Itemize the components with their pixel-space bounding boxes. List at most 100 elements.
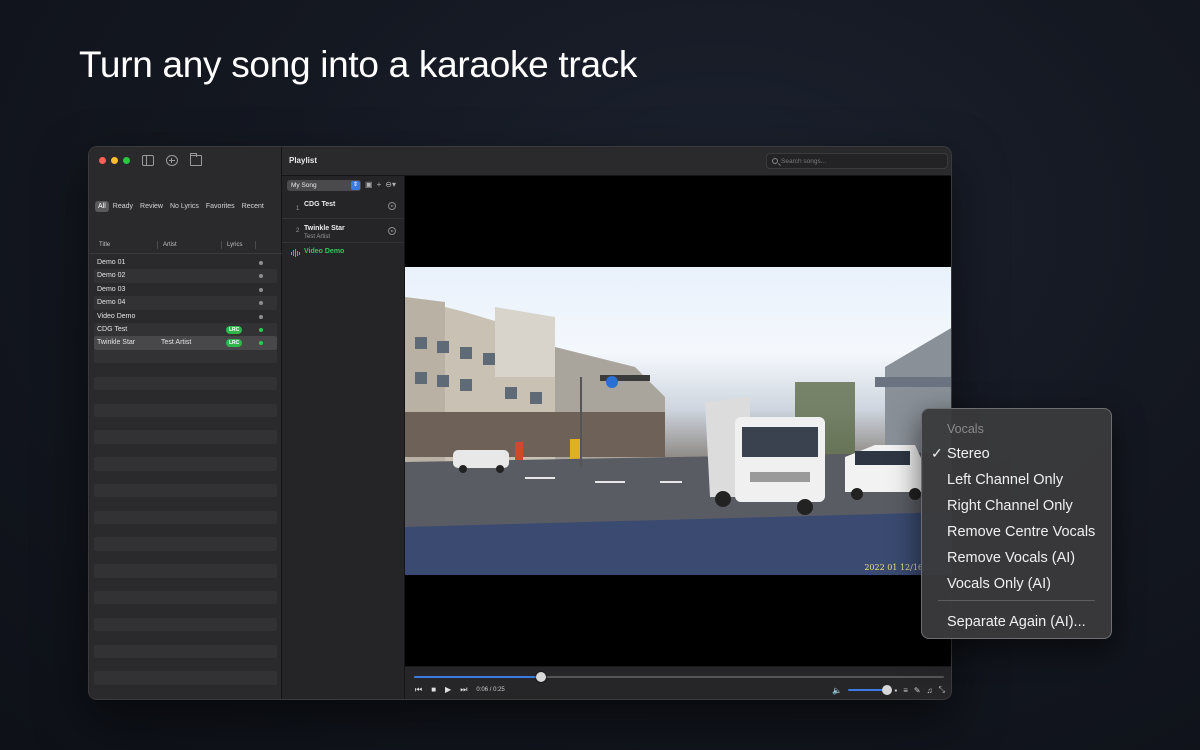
playlist-panel: My Song ⇕ ▣ + ⊖▾ 1 CDG Test 2 Twinkle St… [282, 176, 405, 699]
filter-all[interactable]: All [95, 201, 109, 212]
add-icon[interactable]: + [377, 180, 382, 190]
song-title: Twinkle Star [97, 339, 136, 347]
playlist-select[interactable]: My Song ⇕ [287, 179, 361, 191]
menu-item-vocals-only-ai[interactable]: Vocals Only (AI) [947, 576, 1051, 592]
play-icon[interactable]: ▶ [445, 686, 451, 694]
minimize-window-button[interactable] [111, 157, 118, 164]
column-title[interactable]: Title [99, 242, 110, 248]
menu-item-right-channel[interactable]: Right Channel Only [947, 498, 1073, 514]
playback-controls: ⏮ ■ ▶ ⏭ 0:06 / 0:25 🔈 ▪ ≡ ✎ ♫ ⤡ [405, 666, 951, 699]
chevron-updown-icon: ⇕ [351, 180, 360, 190]
wave-bar [291, 251, 292, 255]
playlist-item-name: CDG Test [304, 201, 336, 208]
progress-slider[interactable] [414, 672, 944, 682]
filter-ready[interactable]: Ready [110, 201, 136, 212]
vocals-icon[interactable]: ♫ [927, 686, 933, 695]
empty-row [94, 483, 277, 498]
song-table: Demo 01 Demo 02 Demo 03 Demo 04 Video De… [94, 256, 277, 350]
column-artist[interactable]: Artist [163, 242, 177, 248]
table-row[interactable]: Demo 03 [94, 283, 277, 296]
toggle-sidebar-icon[interactable] [142, 155, 154, 166]
column-lyrics[interactable]: Lyrics [227, 242, 242, 248]
table-row[interactable]: Video Demo [94, 310, 277, 323]
status-dot [259, 341, 263, 346]
song-title: Demo 04 [97, 299, 126, 307]
progress-thumb[interactable] [536, 672, 547, 682]
speaker-icon[interactable]: 🔈 [832, 686, 842, 695]
menu-item-remove-centre[interactable]: Remove Centre Vocals [947, 524, 1095, 540]
empty-row [94, 564, 277, 578]
play-circle-icon[interactable] [388, 227, 396, 235]
empty-row [94, 403, 277, 417]
previous-icon[interactable]: ⏮ [415, 686, 422, 694]
playlist-item-number: 2 [296, 228, 300, 234]
empty-row [94, 510, 277, 525]
filter-no-lyrics[interactable]: No Lyrics [167, 201, 202, 212]
menu-item-stereo[interactable]: Stereo [947, 446, 990, 462]
playlist-item[interactable]: 2 Twinkle Star Test Artist [282, 219, 404, 243]
song-title: Demo 01 [97, 259, 126, 266]
song-title: Video Demo [97, 312, 136, 320]
filter-recent[interactable]: Recent [239, 201, 267, 212]
stop-icon[interactable]: ■ [431, 686, 436, 694]
volume-thumb[interactable] [882, 685, 893, 695]
column-divider [157, 241, 158, 249]
table-row[interactable]: Demo 01 [94, 256, 277, 269]
save-playlist-icon[interactable]: ▣ [365, 180, 373, 190]
zoom-window-button[interactable] [123, 157, 130, 164]
status-dot [259, 287, 263, 292]
add-song-icon[interactable] [166, 155, 178, 166]
app-window: All Ready Review No Lyrics Favorites Rec… [88, 146, 952, 700]
play-circle-icon[interactable] [388, 202, 396, 210]
library-sidebar: All Ready Review No Lyrics Favorites Rec… [89, 147, 282, 699]
new-folder-icon[interactable] [190, 153, 202, 166]
close-window-button[interactable] [99, 157, 106, 164]
empty-row [94, 537, 277, 551]
table-row-selected[interactable]: Twinkle Star Test Artist LRC [94, 336, 277, 350]
column-header: Title Artist Lyrics [95, 240, 276, 252]
pencil-icon[interactable]: ✎ [914, 686, 921, 695]
fullscreen-icon[interactable]: ⤡ [939, 685, 945, 695]
playlist-toolbar: Playlist Search songs... [282, 147, 951, 176]
status-dot [259, 314, 263, 319]
empty-row [94, 644, 277, 658]
playlist-title: Playlist [289, 156, 318, 165]
playlist-item-artist: Test Artist [304, 234, 331, 240]
table-row[interactable]: Demo 02 [94, 269, 277, 283]
menu-item-remove-vocals-ai[interactable]: Remove Vocals (AI) [947, 550, 1075, 566]
empty-rows [94, 350, 277, 698]
table-row[interactable]: Demo 04 [94, 296, 277, 310]
lrc-badge: LRC [226, 325, 243, 334]
filter-favorites[interactable]: Favorites [203, 201, 238, 212]
search-placeholder: Search songs... [781, 158, 827, 165]
column-divider [221, 241, 222, 249]
menu-item-separate-again[interactable]: Separate Again (AI)... [947, 614, 1086, 630]
time-readout: 0:06 / 0:25 [476, 687, 505, 693]
status-dot [259, 301, 263, 306]
video-player[interactable]: 2022 01 12/16 [405, 176, 951, 666]
wave-bar [295, 249, 296, 257]
menu-item-left-channel[interactable]: Left Channel Only [947, 472, 1063, 488]
window-controls [99, 157, 130, 164]
table-row[interactable]: CDG Test LRC [94, 322, 277, 337]
list-icon[interactable]: ≡ [903, 686, 908, 695]
filter-review[interactable]: Review [137, 201, 166, 212]
volume-slider[interactable] [848, 685, 893, 695]
progress-fill [414, 676, 542, 678]
playlist-item[interactable]: 1 CDG Test [282, 195, 404, 219]
filter-bar: All Ready Review No Lyrics Favorites Rec… [95, 201, 267, 212]
empty-row [94, 430, 277, 444]
song-title: Demo 02 [97, 272, 126, 280]
search-input[interactable]: Search songs... [766, 153, 948, 169]
playlist-item-playing[interactable]: Video Demo [282, 243, 404, 267]
next-icon[interactable]: ⏭ [460, 686, 467, 694]
song-title: Demo 03 [97, 285, 126, 293]
checkmark-icon: ✓ [931, 445, 943, 461]
playlist-item-number: 1 [296, 206, 300, 212]
lrc-badge: LRC [226, 339, 243, 348]
remove-menu-icon[interactable]: ⊖▾ [385, 180, 396, 190]
song-artist: Test Artist [161, 339, 192, 347]
wave-bar [299, 251, 300, 255]
empty-row [94, 376, 277, 391]
lyrics-bubble-icon[interactable]: ▪ [894, 686, 897, 695]
